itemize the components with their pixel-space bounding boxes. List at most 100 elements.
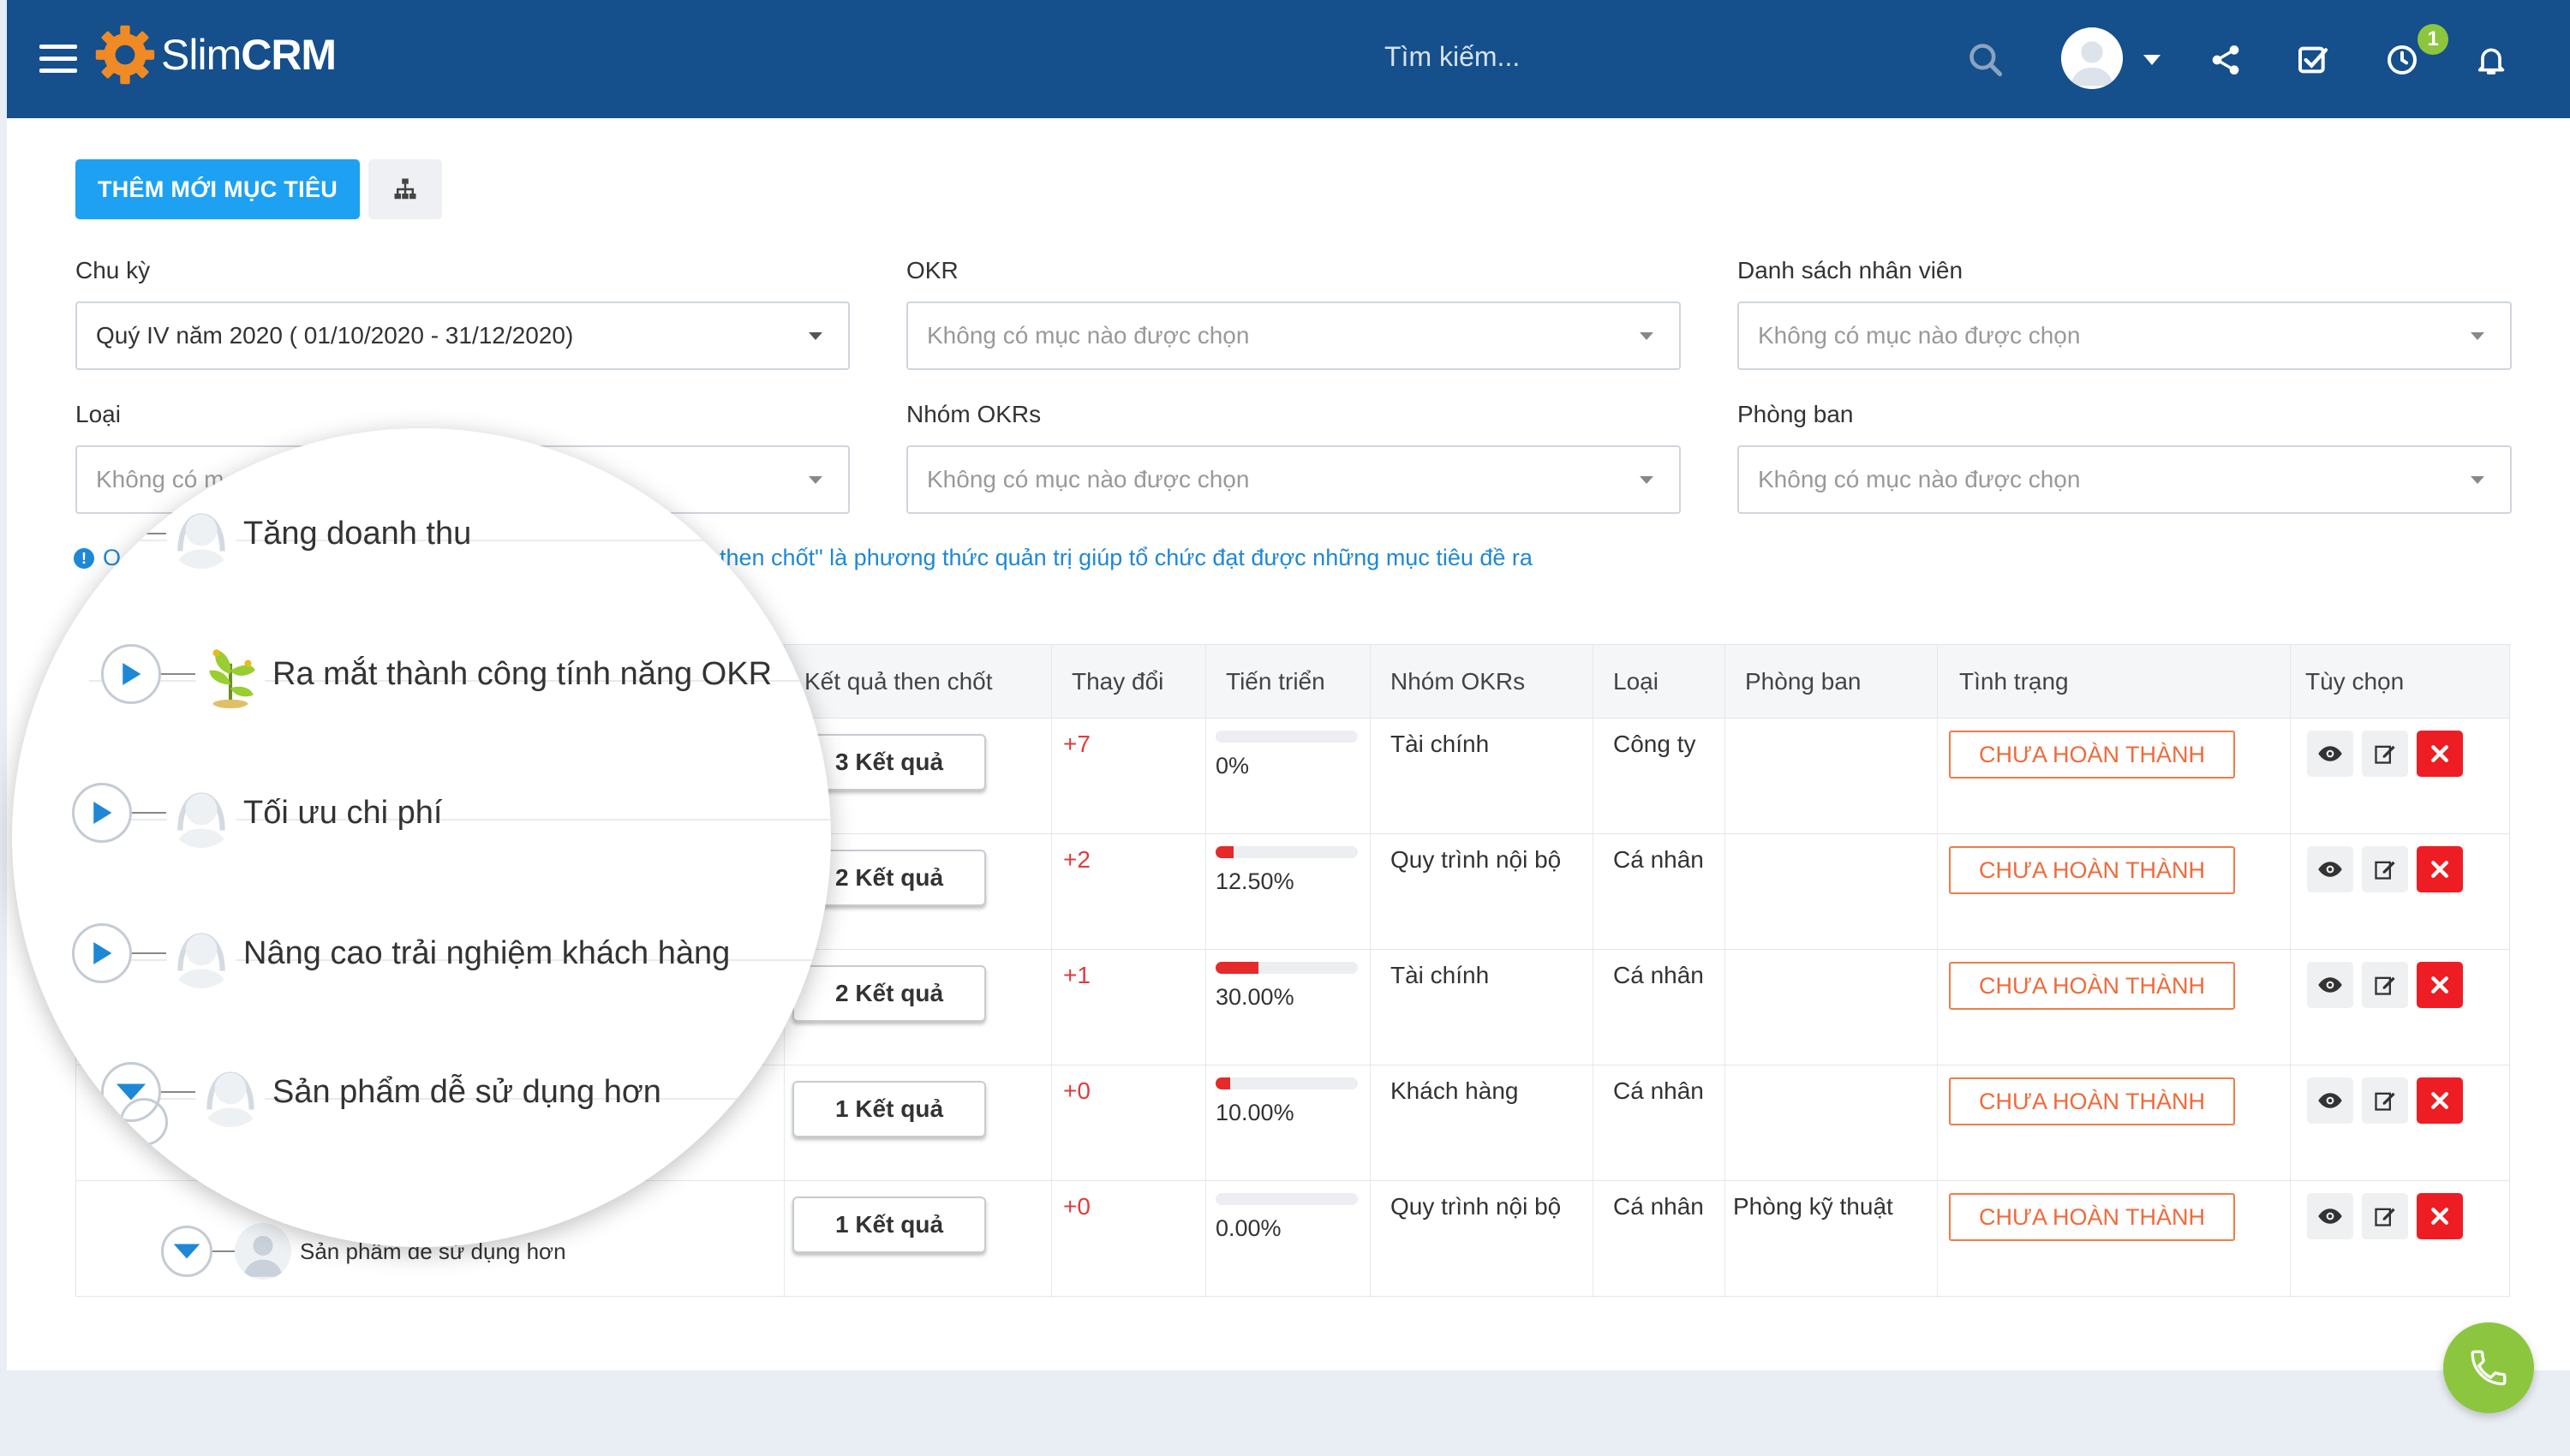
progress-text: 30.00% [1216,984,1294,1010]
chevron-down-icon [2471,476,2484,484]
progress-text: 12.50% [1216,868,1294,894]
gear-logo-icon [95,25,155,85]
change-value: +0 [1063,1077,1091,1104]
change-value: +2 [1063,846,1091,873]
avatar [195,1057,266,1127]
edit-icon [2375,1092,2395,1111]
eye-icon [2318,746,2342,761]
group-cell: Tài chính [1390,962,1490,988]
status-badge: CHƯA HOÀN THÀNH [1949,962,2235,1010]
user-menu-chevron-down-icon[interactable] [2143,55,2161,65]
info-text: then chốt" là phương thức quản trị giúp … [720,545,1533,570]
col-thay-doi[interactable]: Thay đổi [1061,645,1163,719]
eye-icon [2318,862,2342,877]
chevron-down-icon [2471,332,2484,340]
okr-select[interactable]: Không có mục nào được chọn [906,301,1681,370]
bell-icon[interactable] [2474,43,2508,77]
view-button[interactable] [2307,731,2353,777]
delete-button[interactable] [2417,846,2463,892]
edit-button[interactable] [2362,962,2408,1008]
change-value: +1 [1063,962,1091,988]
type-cell: Công ty [1613,731,1696,757]
status-badge: CHƯA HOÀN THÀNH [1949,731,2235,779]
view-button[interactable] [2307,1193,2353,1239]
search-input[interactable]: Tìm kiếm... [1384,41,1520,73]
progress-fill [1216,846,1234,858]
col-phong-ban[interactable]: Phòng ban [1735,645,1861,719]
collapsed-toggle-stub [120,1098,168,1146]
add-objective-button[interactable]: THÊM MỚI MỤC TIÊU [75,159,360,219]
app-name: SlimCRM [161,31,337,79]
chevron-down-icon [1640,476,1653,484]
progress-bar [1216,846,1358,858]
type-cell: Cá nhân [1613,846,1704,873]
view-button[interactable] [2307,962,2353,1008]
chevron-down-icon [809,332,822,340]
task-check-icon[interactable] [2296,43,2330,77]
eye-icon [2318,1208,2342,1224]
clock-icon[interactable] [2385,43,2419,77]
share-icon[interactable] [2208,43,2243,77]
top-navbar: SlimCRM Tìm kiếm... 1 [7,0,2570,118]
progress-text: 10.00% [1216,1100,1294,1125]
phong-ban-select[interactable]: Không có mục nào được chọn [1737,445,2512,514]
notification-count-badge: 1 [2418,24,2448,55]
objective-label: Sản phẩm dễ sử dụng hơn [272,1073,661,1110]
okr-label: OKR [906,257,959,283]
nhom-okrs-select[interactable]: Không có mục nào được chọn [906,445,1681,514]
col-tien-trien[interactable]: Tiến triển [1216,645,1325,719]
nhan-vien-label: Danh sách nhân viên [1737,257,1963,283]
progress-fill [1216,962,1258,974]
progress-fill [1216,1077,1230,1089]
delete-button[interactable] [2417,1077,2463,1124]
edit-button[interactable] [2362,731,2408,777]
close-icon [2431,976,2448,994]
chu-ky-select[interactable]: Quý IV năm 2020 ( 01/10/2020 - 31/12/202… [75,301,850,370]
col-tinh-trang[interactable]: Tình trạng [1949,645,2069,719]
loai-label: Loại [75,401,121,427]
phone-icon [2471,1350,2507,1386]
delete-button[interactable] [2417,962,2463,1008]
view-button[interactable] [2307,1077,2353,1124]
delete-button[interactable] [2417,1193,2463,1239]
eye-icon [2318,1093,2342,1108]
tree-view-button[interactable] [368,159,442,219]
progress-bar [1216,1077,1358,1089]
progress-text: 0% [1216,753,1250,779]
key-results-button[interactable]: 1 Kết quả [792,1196,986,1253]
objective-node[interactable]: Sản phẩm dễ sử dụng hơn [101,1057,661,1127]
progress-bar [1216,962,1358,974]
magnifier-zoom: Tăng doanh thu Ra mắt thành công tính năn… [12,428,831,1247]
close-icon [2431,1208,2448,1225]
view-button[interactable] [2307,846,2353,892]
col-loai[interactable]: Loại [1603,645,1659,719]
edit-button[interactable] [2362,1193,2408,1239]
expand-toggle-icon[interactable] [161,1226,212,1277]
col-nhom-okrs[interactable]: Nhóm OKRs [1380,645,1525,719]
search-icon[interactable] [1967,41,2005,79]
user-avatar[interactable] [2061,27,2123,89]
sitemap-icon [394,178,416,200]
edit-icon [2375,1208,2395,1226]
edit-button[interactable] [2362,846,2408,892]
change-value: +7 [1063,731,1091,757]
app-logo[interactable]: SlimCRM [93,22,337,87]
status-badge: CHƯA HOÀN THÀNH [1949,846,2235,894]
avatar [235,1223,291,1280]
nhom-okrs-label: Nhóm OKRs [906,401,1042,427]
edit-icon [2375,861,2395,880]
edit-button[interactable] [2362,1077,2408,1124]
close-icon [2431,745,2448,762]
call-button[interactable] [2443,1322,2534,1413]
chevron-down-icon [1640,332,1653,340]
group-cell: Quy trình nội bộ [1390,1193,1562,1220]
department-cell: Phòng kỹ thuật [1733,1193,1893,1220]
delete-button[interactable] [2417,731,2463,777]
status-badge: CHƯA HOÀN THÀNH [1949,1193,2235,1241]
progress-bar [1216,1193,1358,1205]
progress-bar [1216,731,1358,743]
chu-ky-label: Chu kỳ [75,257,151,283]
menu-icon[interactable] [39,45,77,74]
nhan-vien-select[interactable]: Không có mục nào được chọn [1737,301,2512,370]
change-value: +0 [1063,1193,1091,1220]
